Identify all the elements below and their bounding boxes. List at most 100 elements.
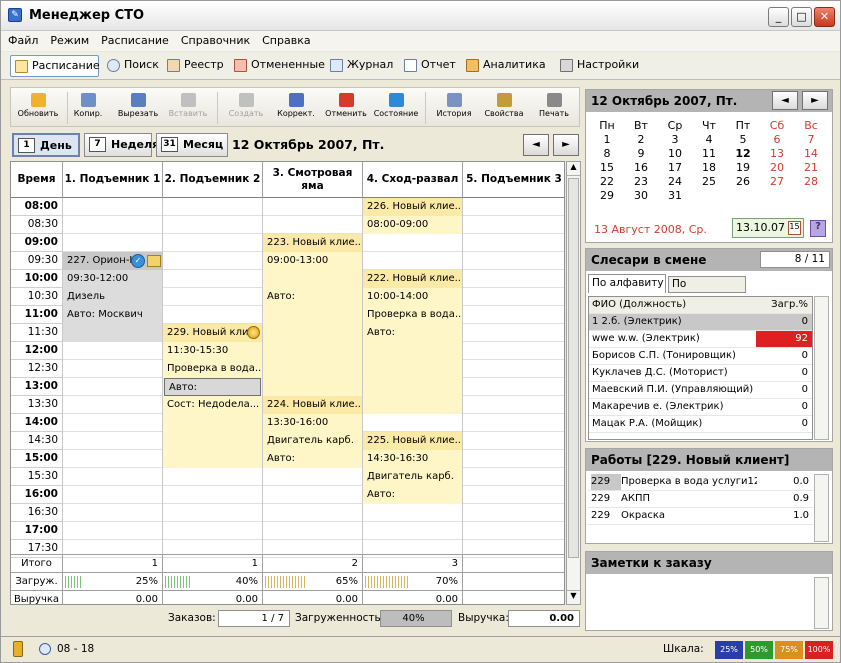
worker-row[interactable]: wwe w.w. (Электрик) 92 [589,331,812,348]
toolbar-status-button[interactable]: Состояние [371,90,421,126]
calendar-day[interactable]: 14 [794,146,828,160]
scroll-thumb[interactable] [568,178,579,558]
menu-help[interactable]: Справка [255,31,315,47]
calendar-day[interactable]: 11 [692,146,726,160]
tab-schedule[interactable]: Расписание [10,55,100,77]
calendar-day[interactable]: 9 [624,146,658,160]
column-header[interactable]: 4. Сход-развал [363,162,463,198]
calendar-day[interactable]: 31 [658,188,692,202]
column-header[interactable]: 5. Подъемник 3 [463,162,564,198]
works-scrollbar[interactable] [814,474,829,542]
calendar-day[interactable]: 28 [794,174,828,188]
column-header[interactable]: 3. Смотровая яма [263,162,363,198]
tab-alphabetical[interactable]: По алфавиту [588,274,666,293]
toolbar-history-button[interactable]: История [429,90,479,126]
calendar-picker-icon[interactable]: 15 [788,221,801,235]
maximize-button[interactable]: □ [791,7,812,27]
calendar-day[interactable]: 12 [726,146,760,160]
calendar-day[interactable]: 16 [624,160,658,174]
tab-by-role[interactable]: По должности [668,276,746,305]
scroll-up-icon[interactable]: ▲ [567,162,580,176]
schedule-scrollbar[interactable]: ▲ ▼ [566,161,581,605]
tab-analytics[interactable]: Аналитика [462,55,546,77]
calendar-day[interactable]: 23 [624,174,658,188]
tab-settings[interactable]: Настройки [556,55,639,77]
toolbar-refresh-button[interactable]: Обновить [13,90,63,126]
calendar-day[interactable]: 17 [658,160,692,174]
name-column-header[interactable]: ФИО (Должность) [592,299,686,310]
toolbar-print-button[interactable]: Печать [529,90,579,126]
toolbar-edit-button[interactable]: Коррект. [271,90,321,126]
view-day-button[interactable]: 1 День [12,133,80,157]
calendar-grid[interactable]: Пн Вт Ср Чт Пт Сб Вс 1 2 3 4 5 6 7 8 9 10 11 12 13 14 15 16 17 1… [590,118,828,202]
calendar-day[interactable]: 4 [692,132,726,146]
time-slot-row[interactable] [63,468,564,486]
calendar-day[interactable]: 6 [760,132,794,146]
worker-row[interactable]: Маевский П.И. (Управляющий) 0 [589,382,812,399]
load-column-header[interactable]: Загр.% [756,297,812,313]
appointment-block[interactable]: 227. Орион-К 09:30-12:00 Дизель Авто: Москв… [63,252,163,342]
time-slot-row[interactable] [63,486,564,504]
tab-journal[interactable]: Журнал [326,55,394,77]
prev-day-button[interactable]: ◄ [523,134,549,156]
menu-file[interactable]: Файл [1,31,43,47]
calendar-day[interactable]: 29 [590,188,624,202]
work-row[interactable]: 229 Окраска 1.0 [588,508,813,525]
workers-scrollbar[interactable] [814,296,829,440]
time-slot-row[interactable] [63,216,564,234]
menu-reference[interactable]: Справочник [174,31,255,47]
calendar-day[interactable]: 10 [658,146,692,160]
calendar-next-button[interactable]: ► [802,91,828,110]
tab-report[interactable]: Отчет [400,55,457,77]
calendar-day[interactable]: 26 [726,174,760,188]
toolbar-copy-button[interactable]: Копир. [63,90,113,126]
toolbar-cut-button[interactable]: Вырезать [113,90,163,126]
calendar-day[interactable]: 20 [760,160,794,174]
notes-scrollbar[interactable] [814,577,829,629]
toolbar-cancel-button[interactable]: Отменить [321,90,371,126]
calendar-day[interactable]: 21 [794,160,828,174]
worker-row[interactable]: Борисов С.П. (Тонировщик) 0 [589,348,812,365]
calendar-day[interactable]: 5 [726,132,760,146]
column-header[interactable]: 1. Подъемник 1 [63,162,163,198]
tab-search[interactable]: Поиск [103,55,159,77]
close-button[interactable]: ✕ [814,7,835,27]
toolbar-create-button[interactable]: Создать [221,90,271,126]
scroll-down-icon[interactable]: ▼ [567,590,580,604]
appointment-block[interactable]: 226. Новый клие... 08:00-09:00 [363,198,463,234]
view-month-button[interactable]: 31 Месяц [156,133,228,157]
time-slot-row[interactable] [63,504,564,522]
calendar-day[interactable]: 25 [692,174,726,188]
appointment-block[interactable]: 223. Новый клие... 09:00-13:00 Авто: [263,234,363,396]
today-link[interactable]: 13 Август 2008, Ср. [594,223,707,236]
appointment-block[interactable]: 222. Новый клие... 10:00-14:00 Проверка в … [363,270,463,414]
calendar-day[interactable]: 30 [624,188,658,202]
column-header[interactable]: 2. Подъемник 2 [163,162,263,198]
minimize-button[interactable]: _ [768,7,789,27]
appointment-block[interactable]: 229. Новый клие 11:30-15:30 Проверка в вод… [163,324,263,468]
calendar-day[interactable]: 22 [590,174,624,188]
calendar-day[interactable]: 1 [590,132,624,146]
calendar-prev-button[interactable]: ◄ [772,91,798,110]
view-week-button[interactable]: 7 Неделя [84,133,159,157]
work-row[interactable]: 229 Проверка в вода услуги123456... 0.0 [588,474,813,491]
calendar-day[interactable]: 24 [658,174,692,188]
worker-row[interactable]: Макаречив е. (Электрик) 0 [589,399,812,416]
notes-textarea[interactable] [588,577,813,629]
appointment-block[interactable]: 224. Новый клие... 13:30-16:00 Двигатель к… [263,396,363,468]
tab-registry[interactable]: Реестр [163,55,224,77]
calendar-day[interactable]: 27 [760,174,794,188]
next-day-button[interactable]: ► [553,134,579,156]
calendar-day[interactable]: 15 [590,160,624,174]
help-icon[interactable]: ? [810,220,826,237]
menu-mode[interactable]: Режим [43,31,94,47]
time-slot-row[interactable] [63,198,564,216]
calendar-day[interactable]: 7 [794,132,828,146]
title-bar[interactable]: ✎ Менеджер СТО _ □ ✕ [1,1,840,31]
toolbar-paste-button[interactable]: Вставить [163,90,213,126]
calendar-day[interactable]: 3 [658,132,692,146]
time-slot-row[interactable] [63,522,564,540]
worker-row[interactable]: Мацак Р.А. (Мойщик) 0 [589,416,812,433]
worker-row[interactable]: 1 2.б. (Электрик) 0 [589,314,812,331]
calendar-day[interactable]: 13 [760,146,794,160]
